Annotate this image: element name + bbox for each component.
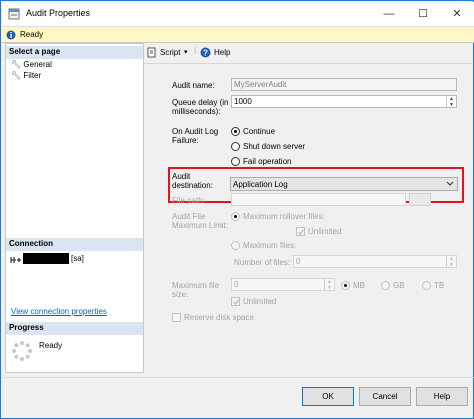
size-unit-label: MB bbox=[353, 281, 365, 290]
on-failure-option-label: Continue bbox=[243, 127, 276, 136]
maximize-icon: ☐ bbox=[418, 8, 428, 20]
queue-delay-input[interactable]: 1000 ▲ ▼ bbox=[231, 95, 457, 108]
size-unit-mb-radio[interactable] bbox=[341, 281, 350, 290]
page-item-label: Filter bbox=[23, 71, 42, 80]
window-title: Audit Properties bbox=[26, 8, 91, 18]
max-file-size-input[interactable]: 0 ▲ ▼ bbox=[231, 278, 335, 291]
ok-button[interactable]: OK bbox=[302, 387, 354, 406]
toolbar-separator: | bbox=[194, 46, 197, 55]
help-button[interactable]: Help bbox=[416, 387, 468, 406]
on-failure-option-label: Shut down server bbox=[243, 142, 306, 151]
size-unit-label: TB bbox=[434, 281, 445, 290]
svg-text:?: ? bbox=[203, 49, 208, 58]
on-failure-continue-radio[interactable] bbox=[231, 127, 240, 136]
size-unit-gb-radio[interactable] bbox=[381, 281, 390, 290]
cancel-button[interactable]: Cancel bbox=[359, 387, 411, 406]
file-path-input[interactable] bbox=[231, 193, 406, 206]
max-limit-label-1: Audit File bbox=[172, 212, 206, 221]
title-bar: Audit Properties — ☐ ✕ bbox=[2, 2, 474, 26]
status-bar: Ready bbox=[2, 26, 474, 43]
max-rollover-files-radio[interactable] bbox=[231, 212, 240, 221]
help-toolbar-label: Help bbox=[214, 48, 231, 57]
close-icon: ✕ bbox=[452, 8, 462, 20]
queue-delay-label-1: Queue delay (in bbox=[172, 98, 229, 107]
status-text: Ready bbox=[20, 30, 44, 39]
reserve-disk-space-checkbox[interactable] bbox=[172, 313, 181, 322]
page-item-label: General bbox=[23, 60, 52, 69]
maximize-button[interactable]: ☐ bbox=[406, 2, 440, 26]
audit-properties-icon bbox=[8, 8, 20, 20]
connection-header: Connection bbox=[6, 238, 143, 251]
spin-down-icon: ▼ bbox=[449, 262, 454, 268]
page-item-general[interactable]: 🔧︎ General bbox=[11, 60, 52, 69]
toolbar-divider bbox=[144, 63, 472, 64]
right-pane: Script ▾ | ? Help bbox=[144, 43, 472, 373]
minimize-button[interactable]: — bbox=[372, 2, 406, 26]
size-unit-tb-radio[interactable] bbox=[422, 281, 431, 290]
unlimited-size-label: Unlimited bbox=[243, 297, 277, 306]
audit-name-field[interactable]: MyServerAudit bbox=[231, 78, 457, 91]
unlimited-files-checkbox[interactable] bbox=[296, 227, 305, 236]
script-label: Script bbox=[160, 48, 181, 57]
max-limit-label-2: Maximum Limit: bbox=[172, 221, 229, 230]
connection-user: [sa] bbox=[71, 254, 84, 263]
size-unit-label: GB bbox=[393, 281, 405, 290]
page-item-filter[interactable]: 🔧︎ Filter bbox=[11, 71, 41, 80]
number-of-files-label: Number of files: bbox=[234, 258, 291, 267]
number-of-files-input[interactable]: 0 ▲ ▼ bbox=[293, 255, 457, 268]
checkmark-icon bbox=[233, 299, 239, 305]
max-file-size-label-1: Maximum file bbox=[172, 281, 220, 290]
on-failure-fail-operation-radio[interactable] bbox=[231, 157, 240, 166]
on-failure-label-1: On Audit Log bbox=[172, 127, 219, 136]
file-path-label: File path: bbox=[172, 196, 205, 205]
on-failure-label-2: Failure: bbox=[172, 136, 199, 145]
wrench-icon: 🔧︎ bbox=[11, 60, 22, 69]
progress-header: Progress bbox=[6, 322, 143, 335]
max-file-size-value: 0 bbox=[234, 280, 239, 289]
audit-properties-window: Audit Properties — ☐ ✕ Ready Select a pa… bbox=[0, 0, 474, 419]
checkmark-icon bbox=[298, 229, 304, 235]
select-page-header: Select a page bbox=[6, 46, 143, 59]
audit-name-label: Audit name: bbox=[172, 81, 215, 90]
progress-spinner-icon bbox=[12, 341, 32, 361]
view-connection-properties-link[interactable]: View connection properties bbox=[11, 307, 107, 316]
script-icon bbox=[147, 47, 156, 58]
number-of-files-value: 0 bbox=[296, 257, 301, 266]
on-failure-shutdown-radio[interactable] bbox=[231, 142, 240, 151]
max-files-radio[interactable] bbox=[231, 241, 240, 250]
queue-delay-value: 1000 bbox=[234, 97, 252, 106]
queue-delay-spinner[interactable]: ▲ ▼ bbox=[446, 96, 456, 108]
max-files-label: Maximum files: bbox=[243, 241, 297, 250]
left-pane: Select a page 🔧︎ General 🔧︎ Filter Conne… bbox=[5, 43, 144, 373]
info-icon bbox=[6, 30, 16, 40]
close-button[interactable]: ✕ bbox=[440, 2, 474, 26]
footer-divider bbox=[2, 377, 474, 378]
reserve-disk-space-label: Reserve disk space bbox=[184, 313, 254, 322]
redacted-server-name bbox=[23, 253, 69, 264]
max-rollover-label: Maximum rollover files: bbox=[243, 212, 325, 221]
spin-down-icon: ▼ bbox=[449, 102, 454, 108]
unlimited-size-checkbox[interactable] bbox=[231, 297, 240, 306]
connection-icon bbox=[10, 257, 21, 263]
wrench-icon: 🔧︎ bbox=[11, 71, 22, 80]
queue-delay-label-2: milliseconds): bbox=[172, 107, 221, 116]
help-icon: ? bbox=[200, 47, 211, 58]
minimize-icon: — bbox=[383, 8, 395, 20]
max-file-size-spinner[interactable]: ▲ ▼ bbox=[324, 279, 334, 291]
script-dropdown-icon: ▾ bbox=[184, 49, 188, 56]
number-of-files-spinner[interactable]: ▲ ▼ bbox=[446, 256, 456, 268]
progress-text: Ready bbox=[39, 341, 63, 350]
browse-file-path-button[interactable] bbox=[409, 193, 431, 206]
max-file-size-label-2: size: bbox=[172, 290, 189, 299]
unlimited-files-label: Unlimited bbox=[308, 227, 342, 236]
on-failure-option-label: Fail operation bbox=[243, 157, 292, 166]
spin-down-icon: ▼ bbox=[327, 285, 332, 291]
